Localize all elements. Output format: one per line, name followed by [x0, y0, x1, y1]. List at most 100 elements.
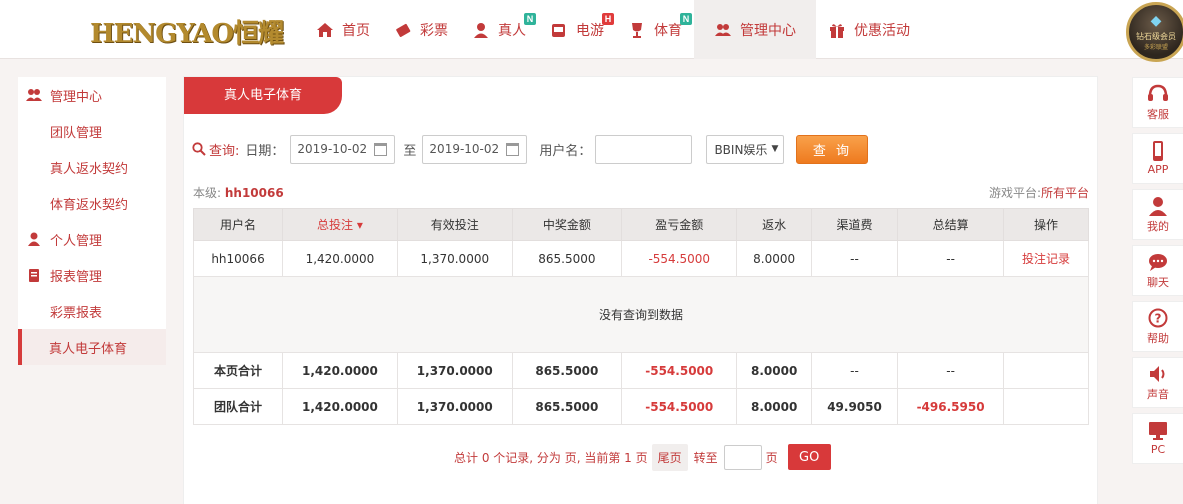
col-channel-fee: 渠道费 — [810, 208, 899, 241]
logo[interactable]: HENGYAO恒耀 — [90, 13, 284, 50]
go-button[interactable]: GO — [787, 444, 831, 470]
level-label: 本级: — [193, 186, 222, 200]
sidebar-item-management-center[interactable]: 管理中心 — [18, 77, 166, 113]
nav-label: 优惠活动 — [854, 22, 910, 39]
rightbar-label: 声音 — [1147, 387, 1169, 401]
col-total-bet-label: 总投注 — [316, 218, 353, 232]
lottery-icon — [394, 21, 412, 39]
query-bar: 查询: 日期： 2019-10-02 至 2019-10-02 用户名： BBI… — [192, 134, 869, 164]
cell-prize: 865.5000 — [511, 240, 623, 277]
cell-channel-fee: -- — [810, 240, 899, 277]
monitor-icon — [1149, 422, 1167, 440]
nav-label: 真人 — [498, 22, 526, 39]
sidebar-item-label: 管理中心 — [50, 89, 103, 105]
pagination: 总计 0 个记录, 分为 页, 当前第 1 页 尾页 转至 页 GO — [454, 443, 831, 471]
date-to-input[interactable]: 2019-10-02 — [422, 134, 528, 164]
sidebar-item-live-sports-report[interactable]: 真人电子体育 — [18, 329, 166, 365]
home-icon — [316, 21, 334, 39]
nav-label: 彩票 — [420, 22, 448, 39]
col-valid-bet: 有效投注 — [396, 208, 513, 241]
query-label-text: 查询: — [209, 143, 240, 159]
new-badge: N — [680, 13, 692, 25]
tab-live-sports[interactable]: 真人电子体育 — [184, 77, 342, 114]
rightbar-item-help[interactable]: ? 帮助 — [1132, 301, 1183, 352]
sidebar-item-live-rebate[interactable]: 真人返水契约 — [18, 149, 166, 185]
vip-badge[interactable]: ◆ 钻石级会员 多彩联盟 — [1126, 2, 1183, 62]
nav-sports[interactable]: 体育 N — [616, 0, 694, 59]
chevron-down-icon: ▼ — [771, 143, 779, 154]
trophy-icon — [628, 21, 646, 39]
sidebar-item-reports[interactable]: 报表管理 — [18, 257, 166, 293]
pager-summary: 总计 0 个记录, 分为 页, 当前第 1 页 — [454, 450, 648, 465]
rightbar-item-sound[interactable]: 声音 — [1132, 357, 1183, 408]
empty-message: 没有查询到数据 — [193, 276, 1089, 353]
nav-management[interactable]: 管理中心 — [694, 0, 816, 59]
rightbar-item-pc[interactable]: PC — [1132, 413, 1183, 464]
nav-promotions[interactable]: 优惠活动 — [816, 0, 922, 59]
sidebar-item-label: 真人返水契约 — [50, 161, 129, 177]
cell-channel-fee: -- — [810, 352, 899, 389]
rightbar-item-chat[interactable]: 聊天 — [1132, 245, 1183, 296]
sidebar-item-team[interactable]: 团队管理 — [18, 113, 166, 149]
rightbar-item-profile[interactable]: 我的 — [1132, 189, 1183, 240]
col-total-bet[interactable]: 总投注 ▾ — [282, 208, 398, 241]
sidebar-item-lottery-report[interactable]: 彩票报表 — [18, 293, 166, 329]
date-from-input[interactable]: 2019-10-02 — [290, 134, 396, 164]
vip-alliance: 多彩联盟 — [1143, 44, 1168, 51]
date-to-value: 2019-10-02 — [429, 142, 500, 156]
nav-home[interactable]: 首页 — [304, 0, 382, 59]
nav-live[interactable]: 真人 N — [460, 0, 538, 59]
rightbar-label: 我的 — [1147, 219, 1169, 233]
platform-select[interactable]: BBIN娱乐 ▼ — [706, 134, 785, 164]
rightbar-label: PC — [1150, 443, 1166, 456]
vip-level: 钻石级会员 — [1136, 32, 1176, 41]
cell-total-bet: 1,420.0000 — [282, 388, 398, 425]
svg-text:?: ? — [1155, 311, 1162, 325]
nav-label: 电游 — [576, 22, 604, 39]
sidebar-item-label: 个人管理 — [50, 233, 103, 249]
query-button[interactable]: 查 询 — [796, 134, 869, 164]
diamond-icon: ◆ — [1150, 13, 1162, 29]
search-icon — [192, 142, 206, 156]
help-icon: ? — [1148, 308, 1168, 327]
hot-badge: H — [602, 13, 614, 25]
sidebar-item-label: 团队管理 — [50, 125, 103, 141]
username-input[interactable] — [595, 134, 693, 164]
cell-settlement: -496.5950 — [897, 388, 1005, 425]
users-icon — [714, 21, 732, 39]
sidebar-item-personal[interactable]: 个人管理 — [18, 221, 166, 257]
nav-label: 首页 — [342, 22, 370, 39]
calendar-icon[interactable] — [374, 142, 388, 156]
rightbar-item-service[interactable]: 客服 — [1132, 77, 1183, 128]
gift-icon — [828, 21, 846, 39]
headset-icon — [1148, 84, 1168, 101]
sidebar-item-sports-rebate[interactable]: 体育返水契约 — [18, 185, 166, 221]
rightbar-item-app[interactable]: APP — [1132, 133, 1183, 184]
right-float-bar: 客服 APP 我的 聊天 ? 帮助 声音 PC — [1132, 77, 1183, 469]
cell-total-bet: 1,420.0000 — [282, 352, 398, 389]
nav-slot[interactable]: 电游 H — [538, 0, 616, 59]
info-row: 本级: hh10066 游戏平台:所有平台 — [193, 184, 1089, 201]
bet-record-link[interactable]: 投注记录 — [1003, 240, 1089, 277]
platform-label: 游戏平台: — [988, 186, 1041, 200]
sidebar: 管理中心 团队管理 真人返水契约 体育返水契约 个人管理 报表管理 彩票报表 真… — [18, 77, 166, 365]
cell-profit: -554.5000 — [621, 240, 738, 277]
cell-valid-bet: 1,370.0000 — [396, 240, 513, 277]
cell-action — [1003, 352, 1089, 389]
cell-label: 团队合计 — [192, 388, 284, 425]
cell-total-bet: 1,420.0000 — [282, 240, 398, 277]
cell-prize: 865.5000 — [511, 388, 623, 425]
page-number-input[interactable] — [723, 444, 762, 470]
date-to-label: 至 — [403, 143, 417, 159]
cell-channel-fee: 49.9050 — [810, 388, 899, 425]
cell-username: hh10066 — [192, 240, 284, 277]
col-settlement: 总结算 — [897, 208, 1005, 241]
level-user[interactable]: hh10066 — [225, 186, 284, 200]
username-label: 用户名： — [539, 143, 592, 159]
last-page-button[interactable]: 尾页 — [651, 443, 688, 471]
top-navbar: HENGYAO恒耀 首页 彩票 真人 N 电游 H 体育 N 管理中心 优惠活动… — [0, 0, 1183, 62]
nav-lottery[interactable]: 彩票 — [382, 0, 460, 59]
rightbar-label: 聊天 — [1147, 275, 1169, 289]
calendar-icon[interactable] — [506, 142, 520, 156]
live-icon — [472, 21, 490, 39]
